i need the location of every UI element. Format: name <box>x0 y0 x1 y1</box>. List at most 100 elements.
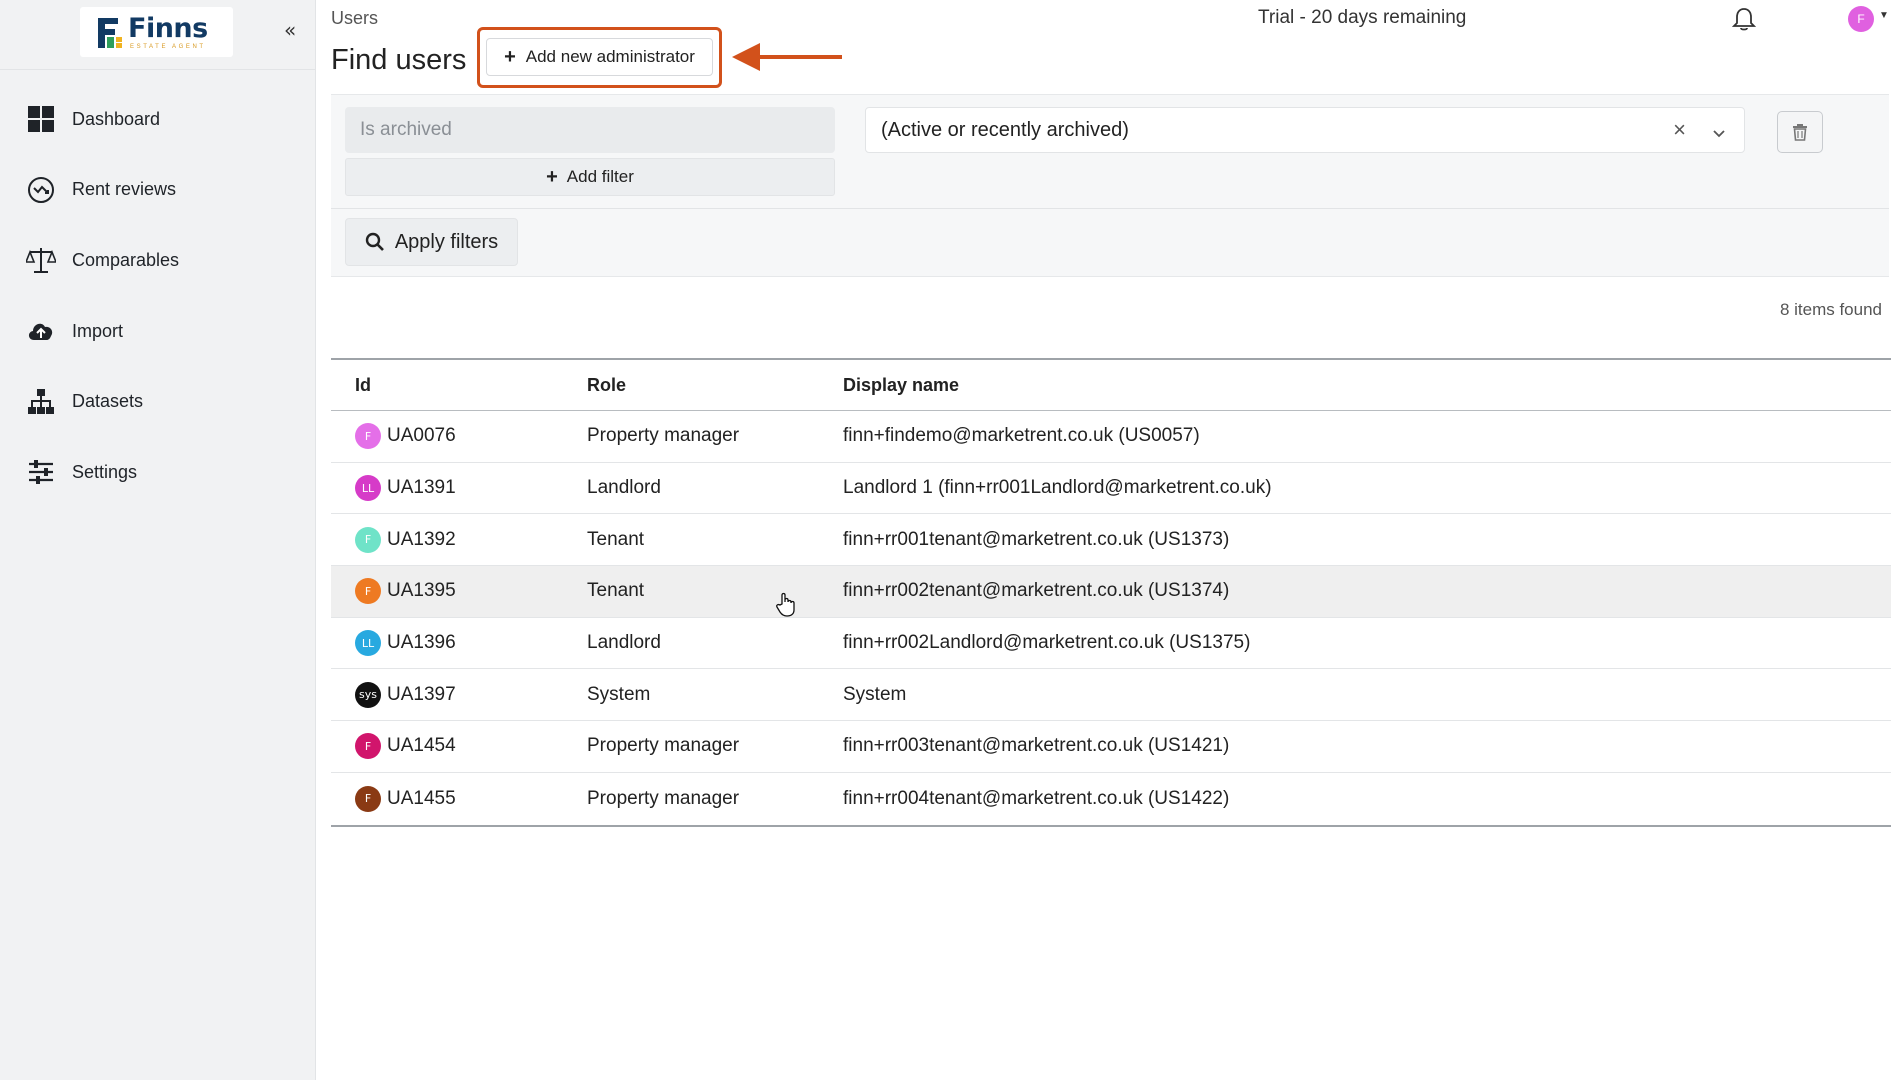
column-header-id[interactable]: Id <box>331 375 587 396</box>
scales-icon <box>26 245 56 275</box>
user-avatar-badge: LL <box>355 475 381 502</box>
table-row[interactable]: LL UA1391 Landlord Landlord 1 (finn+rr001La… <box>331 463 1891 515</box>
cell-display-name: System <box>843 683 907 705</box>
table-row[interactable]: sys UA1397 System System <box>331 669 1891 722</box>
sidebar-item-dashboard[interactable]: Dashboard <box>0 84 316 155</box>
user-avatar[interactable]: F <box>1848 6 1874 32</box>
pointer-arrow-icon <box>732 43 842 71</box>
sidebar-item-label: Dashboard <box>72 108 161 129</box>
user-avatar-badge: sys <box>355 681 381 708</box>
column-header-display-name[interactable]: Display name <box>843 375 1891 396</box>
app-logo[interactable]: Finns ESTATE AGENT <box>80 7 233 57</box>
cell-id: F UA1455 <box>331 785 587 812</box>
hand-cursor-icon <box>776 592 795 617</box>
filter-field-select[interactable]: Is archived <box>345 107 835 153</box>
add-new-administrator-label: Add new administrator <box>525 47 695 66</box>
cell-id: F UA1454 <box>331 733 587 760</box>
cell-display-name: finn+rr001tenant@marketrent.co.uk (US137… <box>843 528 1230 550</box>
apply-filters-button[interactable]: Apply filters <box>345 218 518 266</box>
table-row[interactable]: F UA1395 Tenant finn+rr002tenant@marketrent… <box>331 566 1891 618</box>
cell-id: F UA1395 <box>331 578 587 605</box>
table-header: Id Role Display name <box>331 360 1891 411</box>
plus-icon: + <box>504 45 516 68</box>
table-row[interactable]: LL UA1396 Landlord finn+rr002Landlord@marke… <box>331 618 1891 670</box>
user-id-text[interactable]: UA1391 <box>387 477 456 499</box>
cell-id: LL UA1391 <box>331 475 587 502</box>
cell-id: F UA0076 <box>331 423 587 450</box>
user-id-text[interactable]: UA1454 <box>387 735 456 757</box>
table-row[interactable]: F UA1454 Property manager finn+rr003tenant@… <box>331 721 1891 773</box>
user-menu-caret-icon[interactable]: ▼ <box>1879 10 1889 21</box>
filter-value-select[interactable]: (Active or recently archived) × <box>865 107 1745 153</box>
bell-icon[interactable] <box>1731 6 1757 37</box>
user-id-text[interactable]: UA1455 <box>387 788 456 810</box>
user-id-text[interactable]: UA1392 <box>387 529 456 551</box>
plus-icon: + <box>546 165 558 188</box>
search-icon <box>365 232 384 251</box>
cell-display-name: finn+rr004tenant@marketrent.co.uk (US142… <box>843 787 1230 809</box>
add-filter-button[interactable]: + Add filter <box>345 158 835 196</box>
items-found-count: 8 items found <box>1779 300 1882 319</box>
column-header-role[interactable]: Role <box>587 375 843 396</box>
clear-icon[interactable]: × <box>1673 117 1686 143</box>
cell-display-name: finn+rr003tenant@marketrent.co.uk (US142… <box>843 735 1230 757</box>
users-table: Id Role Display name F UA0076 Property man… <box>331 358 1891 827</box>
cell-id: sys UA1397 <box>331 681 587 708</box>
sidebar-item-datasets[interactable]: Datasets <box>0 366 316 437</box>
trial-status: Trial - 20 days remaining <box>1258 7 1467 28</box>
user-id-text[interactable]: UA0076 <box>387 425 456 447</box>
sidebar-item-label: Datasets <box>72 391 144 412</box>
dashboard-icon <box>26 104 56 134</box>
cell-role: Landlord <box>587 632 661 654</box>
logo-bar: Finns ESTATE AGENT « <box>0 0 315 70</box>
hierarchy-icon <box>26 387 56 417</box>
sidebar-item-comparables[interactable]: Comparables <box>0 225 316 296</box>
cell-display-name: finn+findemo@marketrent.co.uk (US0057) <box>843 425 1200 447</box>
sidebar-item-rent-reviews[interactable]: Rent reviews <box>0 155 316 226</box>
sidebar-nav: Dashboard Rent reviews Comparables Impor… <box>0 84 316 508</box>
sidebar-item-label: Settings <box>72 461 138 482</box>
user-avatar-badge: F <box>355 733 381 760</box>
add-new-administrator-button[interactable]: + Add new administrator <box>486 38 713 76</box>
cloud-upload-icon <box>26 316 56 346</box>
sidebar: Finns ESTATE AGENT « Dashboard Rent revi… <box>0 0 316 1080</box>
breadcrumb[interactable]: Users <box>331 8 378 29</box>
cell-role: System <box>587 683 651 705</box>
table-row[interactable]: F UA0076 Property manager finn+findemo@mark… <box>331 411 1891 463</box>
sidebar-item-import[interactable]: Import <box>0 296 316 367</box>
add-filter-label: Add filter <box>566 167 634 186</box>
cell-role: Property manager <box>587 425 740 447</box>
table-row[interactable]: F UA1392 Tenant finn+rr001tenant@marketrent… <box>331 514 1891 567</box>
cell-role: Tenant <box>587 580 645 602</box>
delete-filter-button[interactable] <box>1777 111 1823 153</box>
sidebar-item-label: Comparables <box>72 249 180 270</box>
sidebar-item-settings[interactable]: Settings <box>0 437 316 508</box>
cell-id: LL UA1396 <box>331 630 587 657</box>
filter-divider <box>331 208 1889 209</box>
user-id-text[interactable]: UA1395 <box>387 580 456 602</box>
sidebar-item-label: Rent reviews <box>72 179 177 200</box>
cell-role: Property manager <box>587 787 740 809</box>
rent-reviews-icon <box>26 175 56 205</box>
collapse-sidebar-button[interactable]: « <box>284 18 296 42</box>
user-id-text[interactable]: UA1396 <box>387 632 456 654</box>
apply-filters-label: Apply filters <box>394 230 499 253</box>
highlight-box: + Add new administrator <box>477 27 722 88</box>
table-row[interactable]: F UA1455 Property manager finn+rr004tenant@… <box>331 773 1891 825</box>
cell-role: Tenant <box>587 528 645 550</box>
cell-display-name: finn+rr002tenant@marketrent.co.uk (US137… <box>843 580 1230 602</box>
cell-role: Property manager <box>587 735 740 757</box>
user-avatar-badge: LL <box>355 630 381 657</box>
logo-name: Finns <box>128 12 208 44</box>
user-id-text[interactable]: UA1397 <box>387 684 456 706</box>
trash-icon <box>1793 124 1807 141</box>
user-avatar-badge: F <box>355 578 381 605</box>
chevron-down-icon[interactable] <box>1712 122 1726 145</box>
logo-tagline: ESTATE AGENT <box>130 43 206 50</box>
user-avatar-badge: F <box>355 526 381 553</box>
page-title: Find users <box>331 44 467 76</box>
sidebar-item-label: Import <box>72 320 124 341</box>
cell-display-name: finn+rr002Landlord@marketrent.co.uk (US1… <box>843 632 1251 654</box>
user-avatar-badge: F <box>355 785 381 812</box>
user-avatar-badge: F <box>355 423 381 450</box>
